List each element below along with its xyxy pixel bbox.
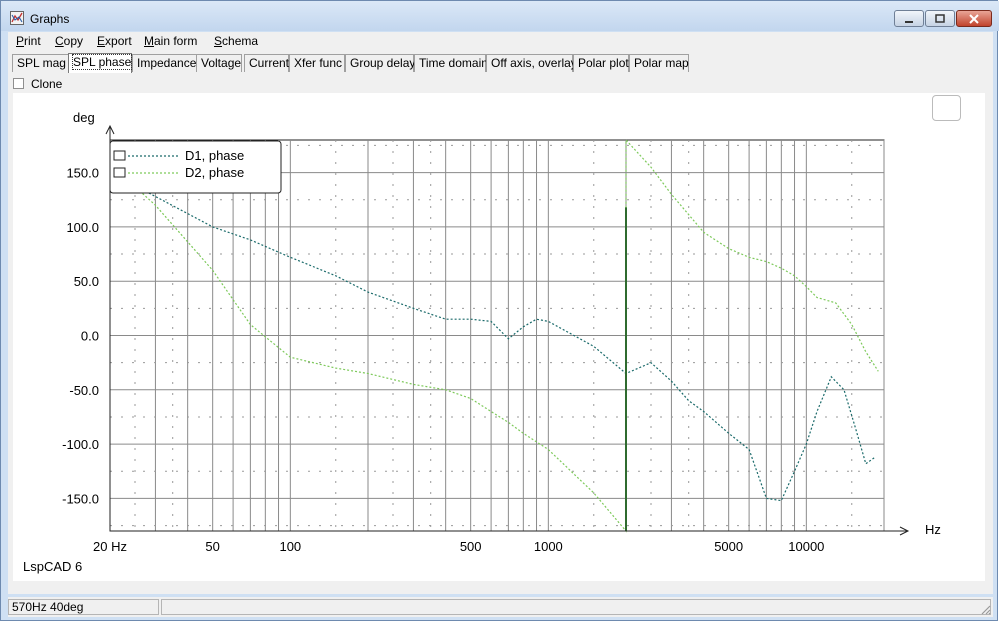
watermark: LspCAD 6 [23, 559, 82, 574]
menu-copy[interactable]: Copy [55, 34, 83, 48]
x-axis-label: Hz [925, 522, 941, 537]
menu-print[interactable]: Print [16, 34, 41, 48]
tab-spl-mag[interactable]: SPL mag [12, 54, 69, 72]
tab-spl-phase[interactable]: SPL phase [68, 53, 133, 73]
x-tick-label: 5000 [714, 539, 743, 554]
x-tick-label: 20 Hz [93, 539, 127, 554]
tab-impedance[interactable]: Impedance [132, 54, 197, 72]
status-right-panel [161, 599, 991, 615]
x-tick-label: 10000 [788, 539, 824, 554]
y-tick-label: 100.0 [66, 220, 99, 235]
tab-voltage[interactable]: Voltage [196, 54, 242, 72]
y-tick-label: 50.0 [74, 274, 99, 289]
tab-off-axis-overlay[interactable]: Off axis, overlay [486, 54, 577, 72]
resize-grip-icon[interactable] [979, 603, 991, 615]
legend: D1, phase D2, phase [109, 140, 282, 194]
legend-toggle-d1[interactable] [113, 150, 126, 161]
tab-strip: SPL mag SPL phase Impedance Voltage Curr… [8, 53, 993, 73]
menu-main-form[interactable]: Main form [144, 34, 197, 48]
phase-chart[interactable]: deg Hz 150.0 100.0 50.0 0.0 -50.0 -100.0 -150.… [13, 93, 985, 581]
clone-checkbox[interactable] [13, 78, 24, 89]
tab-polar-plot[interactable]: Polar plot [573, 54, 629, 72]
close-button[interactable] [956, 10, 992, 27]
status-cursor-readout: 570Hz 40deg [8, 599, 159, 615]
tab-group-delay[interactable]: Group delay [345, 54, 415, 72]
graph-panel: deg Hz 150.0 100.0 50.0 0.0 -50.0 -100.0 -150.… [13, 93, 985, 581]
legend-label-d1: D1, phase [185, 148, 244, 163]
legend-label-d2: D2, phase [185, 165, 244, 180]
tab-polar-map[interactable]: Polar map [629, 54, 689, 72]
window-title: Graphs [30, 12, 70, 26]
graphs-window: Graphs Print Copy Export Main form Schem… [0, 0, 999, 621]
y-tick-label: 150.0 [66, 166, 99, 181]
tab-xfer-func[interactable]: Xfer func [289, 54, 345, 72]
lspcad-icon [10, 11, 24, 25]
menu-schema[interactable]: Schema [214, 34, 258, 48]
x-tick-labels: 20 Hz 50 100 500 1000 5000 10000 [93, 539, 824, 554]
y-tick-label: 0.0 [81, 329, 99, 344]
y-axis-label: deg [73, 110, 95, 125]
tab-current[interactable]: Current [244, 54, 289, 72]
clone-label: Clone [31, 77, 63, 91]
tab-time-domain[interactable]: Time domain [414, 54, 488, 72]
y-tick-label: -100.0 [62, 437, 99, 452]
status-bar: 570Hz 40deg [8, 597, 993, 617]
client-area: SPL mag SPL phase Impedance Voltage Curr… [8, 51, 993, 594]
minimize-button[interactable] [894, 10, 924, 27]
close-icon [969, 14, 979, 24]
maximize-icon [935, 14, 945, 23]
y-tick-label: -50.0 [69, 383, 99, 398]
x-tick-label: 100 [279, 539, 301, 554]
minimize-icon [905, 21, 913, 23]
x-tick-label: 50 [205, 539, 219, 554]
maximize-button[interactable] [925, 10, 955, 27]
y-tick-label: -150.0 [62, 491, 99, 506]
menu-bar: Print Copy Export Main form Schema [8, 32, 993, 51]
legend-toggle-d2[interactable] [113, 167, 126, 178]
menu-export[interactable]: Export [97, 34, 132, 48]
x-tick-label: 500 [460, 539, 482, 554]
title-bar[interactable]: Graphs [1, 1, 999, 31]
x-tick-label: 1000 [534, 539, 563, 554]
y-tick-labels: 150.0 100.0 50.0 0.0 -50.0 -100.0 -150.0 [62, 166, 99, 507]
